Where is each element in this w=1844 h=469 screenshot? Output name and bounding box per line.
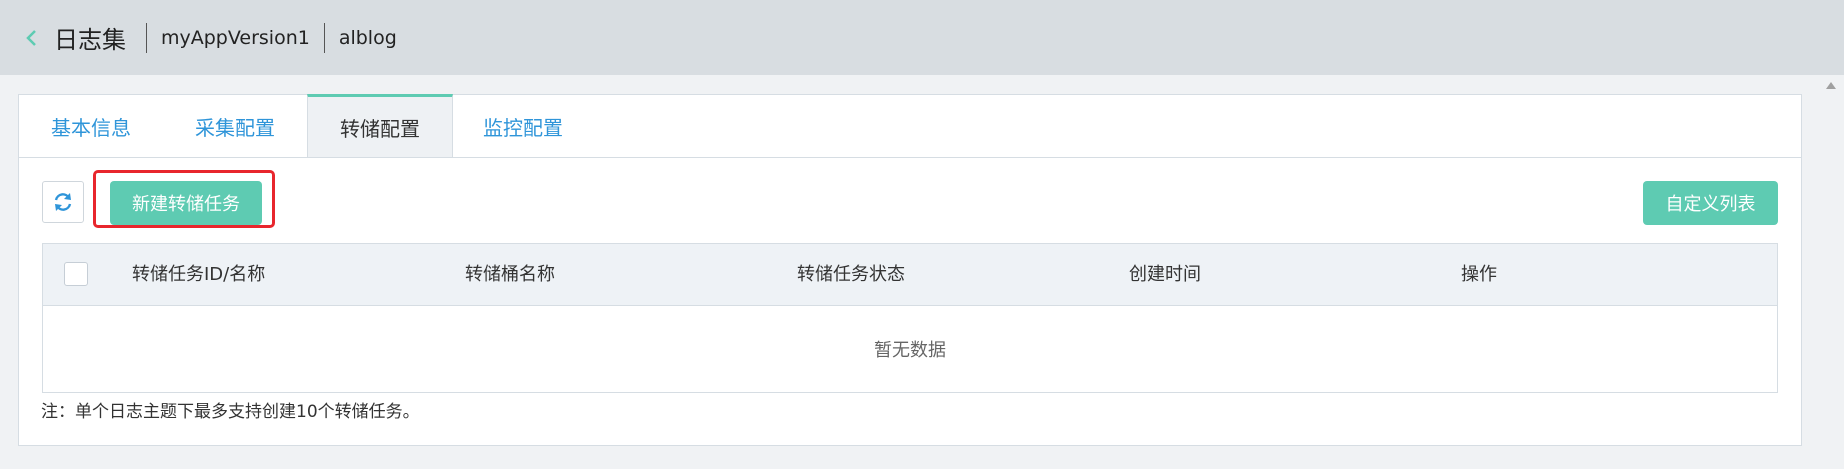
breadcrumb-item-log: alblog <box>338 26 397 49</box>
tab-collection-config[interactable]: 采集配置 <box>163 95 307 157</box>
empty-state-text: 暂无数据 <box>874 340 946 361</box>
tab-basic-info[interactable]: 基本信息 <box>19 95 163 157</box>
column-header-task-id: 转储任务ID/名称 <box>132 264 266 285</box>
scrollbar-up-arrow-icon[interactable] <box>1826 82 1836 89</box>
limit-note: 注：单个日志主题下最多支持创建10个转储任务。 <box>41 402 420 422</box>
breadcrumb-divider <box>146 22 147 53</box>
back-chevron-icon[interactable] <box>22 29 40 47</box>
column-header-bucket-name: 转储桶名称 <box>465 264 555 285</box>
custom-list-button[interactable]: 自定义列表 <box>1643 181 1778 225</box>
breadcrumb-item-app[interactable]: myAppVersion1 <box>161 27 310 49</box>
refresh-icon <box>54 193 72 211</box>
new-dump-task-button[interactable]: 新建转储任务 <box>110 181 262 225</box>
tab-monitor-config[interactable]: 监控配置 <box>451 95 595 157</box>
top-bar: 日志集 myAppVersion1 alblog <box>0 0 1844 75</box>
refresh-button[interactable] <box>42 181 84 223</box>
tab-bar: 基本信息 采集配置 转储配置 监控配置 <box>19 94 1801 158</box>
table-header: 转储任务ID/名称 转储桶名称 转储任务状态 创建时间 操作 <box>43 244 1777 306</box>
breadcrumb-title[interactable]: 日志集 <box>54 20 126 55</box>
select-all-checkbox[interactable] <box>64 262 88 286</box>
column-header-actions: 操作 <box>1461 264 1497 285</box>
tab-dump-config[interactable]: 转储配置 <box>307 94 453 157</box>
column-header-task-status: 转储任务状态 <box>797 264 905 285</box>
dump-task-table: 转储任务ID/名称 转储桶名称 转储任务状态 创建时间 操作 暂无数据 <box>42 243 1778 393</box>
content-panel: 基本信息 采集配置 转储配置 监控配置 新建转储任务 自定义列表 转储任务ID/… <box>18 94 1802 446</box>
breadcrumb-divider <box>323 22 325 53</box>
column-header-created-time: 创建时间 <box>1129 264 1201 285</box>
